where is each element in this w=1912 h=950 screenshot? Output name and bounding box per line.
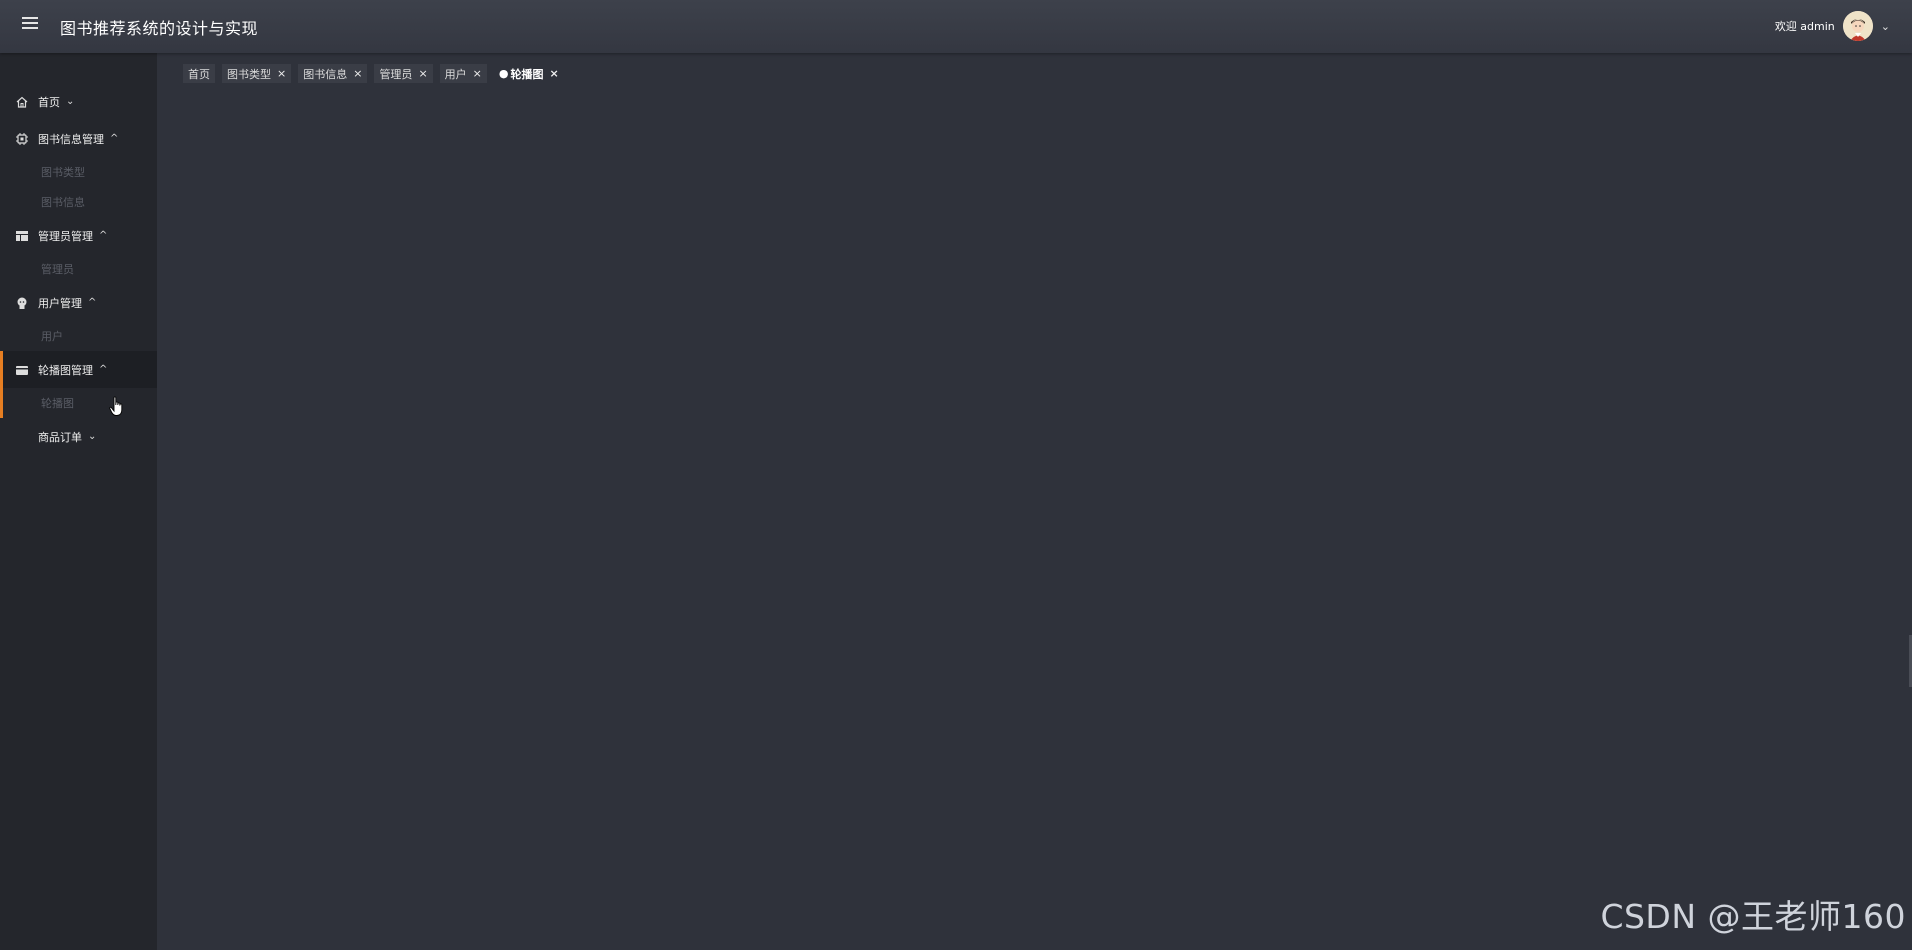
sidebar-item-book-info-management[interactable]: 图书信息管理 ^ xyxy=(0,120,157,157)
main-content xyxy=(157,53,1912,950)
top-bar: 图书推荐系统的设计与实现 欢迎 admin ⌄ xyxy=(0,0,1912,53)
layout-icon xyxy=(15,229,29,243)
sidebar-subitem-admins[interactable]: 管理员 xyxy=(0,254,157,284)
sidebar-item-label: 首页 xyxy=(38,95,60,109)
chevron-down-icon: ⌄ xyxy=(66,96,75,107)
welcome-text: 欢迎 admin xyxy=(1774,20,1835,33)
chip-icon xyxy=(15,132,29,146)
sidebar-item-label: 轮播图管理 xyxy=(38,363,93,377)
sidebar-item-admin-management[interactable]: 管理员管理 ^ xyxy=(0,217,157,254)
chevron-up-icon: ^ xyxy=(99,364,108,375)
home-icon xyxy=(15,95,29,109)
sidebar-item-product-orders[interactable]: 商品订单 ⌄ xyxy=(0,418,157,455)
user-icon xyxy=(15,296,29,310)
chevron-up-icon: ^ xyxy=(110,133,119,144)
hand-cursor-icon xyxy=(109,396,123,416)
card-icon xyxy=(15,363,29,377)
chevron-down-icon: ⌄ xyxy=(88,431,97,442)
sidebar-subitem-book-types[interactable]: 图书类型 xyxy=(0,157,157,187)
sidebar-item-label: 管理员管理 xyxy=(38,229,93,243)
sidebar-item-label: 图书信息管理 xyxy=(38,132,104,146)
sidebar-item-carousel-management[interactable]: 轮播图管理 ^ xyxy=(0,351,157,388)
avatar[interactable] xyxy=(1842,11,1873,41)
user-menu[interactable]: 欢迎 admin ⌄ xyxy=(1775,9,1890,43)
sidebar-subitem-users[interactable]: 用户 xyxy=(0,321,157,351)
blank-icon xyxy=(15,430,29,444)
sidebar-subitem-book-info[interactable]: 图书信息 xyxy=(0,187,157,217)
menu-toggle-icon[interactable] xyxy=(22,17,38,31)
sidebar-item-label: 商品订单 xyxy=(38,430,82,444)
sidebar-item-home[interactable]: 首页 ⌄ xyxy=(0,83,157,120)
watermark-text: CSDN @王老师160 xyxy=(1600,897,1906,936)
sidebar-item-label: 用户管理 xyxy=(38,296,82,310)
app-title: 图书推荐系统的设计与实现 xyxy=(60,19,259,38)
sidebar: 首页 ⌄ 图书信息管理 ^ 图书类型 图书信息 管理员管理 ^ 管理员 用户管理… xyxy=(0,53,157,950)
sidebar-subitem-carousel[interactable]: 轮播图 xyxy=(0,388,157,418)
chevron-down-icon[interactable]: ⌄ xyxy=(1881,20,1890,33)
chevron-up-icon: ^ xyxy=(99,230,108,241)
sidebar-item-user-management[interactable]: 用户管理 ^ xyxy=(0,284,157,321)
chevron-up-icon: ^ xyxy=(88,297,97,308)
